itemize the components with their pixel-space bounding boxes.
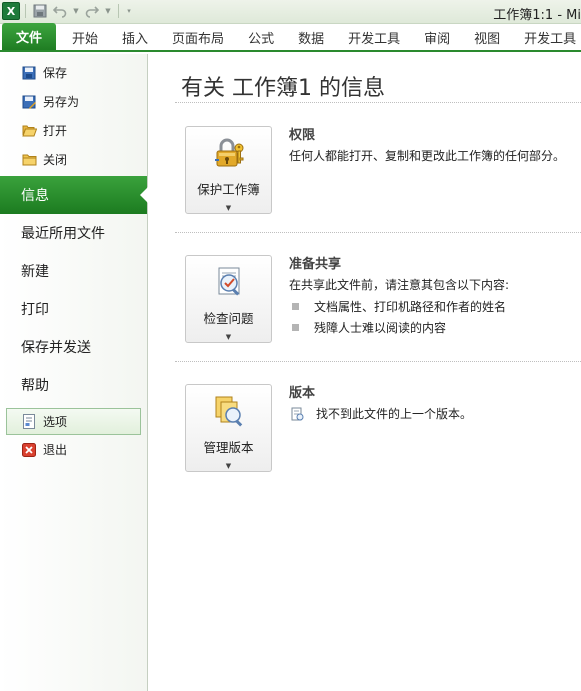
dropdown-arrow-icon: ▼ <box>225 333 232 341</box>
redo-dropdown-icon[interactable]: ▼ <box>103 2 113 20</box>
list-item: 残障人士难以阅读的内容 <box>292 319 446 336</box>
page-title: 有关 工作簿1 的信息 <box>181 76 385 101</box>
tab-insert[interactable]: 插入 <box>110 24 160 50</box>
toolbar-separator <box>25 4 26 18</box>
sidebar-item-save[interactable]: 保存 <box>0 58 147 87</box>
sidebar-item-save-as[interactable]: 另存为 <box>0 87 147 116</box>
save-icon[interactable] <box>31 2 49 20</box>
toolbar-separator <box>118 4 119 18</box>
open-folder-icon <box>21 123 37 139</box>
save-icon <box>21 65 37 81</box>
tab-review[interactable]: 审阅 <box>412 24 462 50</box>
versions-heading: 版本 <box>289 386 316 401</box>
save-as-icon <box>21 94 37 110</box>
redo-icon[interactable] <box>83 2 101 20</box>
tab-developer[interactable]: 开发工具 <box>336 24 412 50</box>
manage-versions-button[interactable]: 管理版本 ▼ <box>185 384 272 472</box>
sidebar-item-label: 保存 <box>43 66 68 80</box>
sidebar-item-print[interactable]: 打印 <box>0 290 147 328</box>
tab-page-layout[interactable]: 页面布局 <box>160 24 236 50</box>
dropdown-arrow-icon: ▼ <box>225 204 232 212</box>
bullet-icon <box>292 303 299 310</box>
window-title: 工作簿1:1 - Mi <box>493 8 581 23</box>
list-item-text: 残障人士难以阅读的内容 <box>314 321 447 335</box>
button-label: 检查问题 <box>203 311 254 326</box>
divider <box>175 232 581 233</box>
sidebar-item-help[interactable]: 帮助 <box>0 366 147 404</box>
undo-dropdown-icon[interactable]: ▼ <box>71 2 81 20</box>
prepare-heading: 准备共享 <box>289 257 342 272</box>
sidebar-item-open[interactable]: 打开 <box>0 116 147 145</box>
title-bar: X ▼ ▼ ▾ 工作簿1:1 - Mi <box>0 0 581 24</box>
protect-workbook-button[interactable]: 保护工作簿 ▼ <box>185 126 272 214</box>
bullet-icon <box>292 324 299 331</box>
tab-formulas[interactable]: 公式 <box>236 24 286 50</box>
button-label: 保护工作簿 <box>197 182 260 197</box>
versions-text: 找不到此文件的上一个版本。 <box>316 407 473 421</box>
customize-toolbar-icon[interactable]: ▾ <box>124 2 134 20</box>
close-folder-icon <box>21 152 37 168</box>
versions-status: 找不到此文件的上一个版本。 <box>290 405 472 422</box>
sidebar-item-options[interactable]: 选项 <box>6 408 141 435</box>
dropdown-arrow-icon: ▼ <box>225 462 232 470</box>
options-icon <box>21 414 37 430</box>
tab-file[interactable]: 文件 <box>2 23 57 50</box>
exit-icon <box>21 442 37 458</box>
list-item: 文档属性、打印机路径和作者的姓名 <box>292 298 506 315</box>
sidebar-item-label: 退出 <box>43 443 68 457</box>
info-panel: 有关 工作簿1 的信息 保护工作簿 ▼ 权限 任何人都能打开、复制和更改此工作簿… <box>149 54 581 691</box>
list-item-text: 文档属性、打印机路径和作者的姓名 <box>314 300 507 314</box>
sidebar-item-close[interactable]: 关闭 <box>0 145 147 174</box>
tab-home[interactable]: 开始 <box>60 24 110 50</box>
sidebar-item-info[interactable]: 信息 <box>0 176 148 214</box>
tab-data[interactable]: 数据 <box>286 24 336 50</box>
excel-logo-icon[interactable]: X <box>2 2 20 20</box>
divider <box>175 361 581 362</box>
undo-icon[interactable] <box>51 2 69 20</box>
sidebar-item-new[interactable]: 新建 <box>0 252 147 290</box>
permissions-text: 任何人都能打开、复制和更改此工作簿的任何部分。 <box>289 149 566 163</box>
document-icon <box>291 407 304 420</box>
permissions-heading: 权限 <box>289 128 316 143</box>
sidebar-item-recent[interactable]: 最近所用文件 <box>0 214 147 252</box>
check-for-issues-button[interactable]: 检查问题 ▼ <box>185 255 272 343</box>
sidebar-item-label: 打开 <box>43 124 68 138</box>
versions-icon <box>211 393 247 429</box>
sidebar-item-label: 另存为 <box>43 95 80 109</box>
tab-view[interactable]: 视图 <box>462 24 512 50</box>
ribbon-tabs: 文件 开始 插入 页面布局 公式 数据 开发工具 审阅 视图 开发工具 <box>0 23 581 52</box>
lock-keys-icon <box>211 135 247 171</box>
sidebar-item-save-send[interactable]: 保存并发送 <box>0 328 147 366</box>
divider <box>175 102 581 103</box>
tab-developer-2[interactable]: 开发工具 <box>512 24 581 50</box>
inspect-document-icon <box>211 264 247 300</box>
quick-access-toolbar: X ▼ ▼ ▾ <box>2 2 134 20</box>
prepare-text: 在共享此文件前，请注意其包含以下内容: <box>289 278 510 292</box>
button-label: 管理版本 <box>203 440 254 455</box>
sidebar-item-exit[interactable]: 退出 <box>0 435 147 464</box>
backstage-sidebar: 保存 另存为 打开 关闭 信息 最近所用文件 新建 打印 保存并发送 帮助 选项… <box>0 54 148 691</box>
sidebar-item-label: 关闭 <box>43 153 68 167</box>
sidebar-item-label: 选项 <box>43 415 68 429</box>
